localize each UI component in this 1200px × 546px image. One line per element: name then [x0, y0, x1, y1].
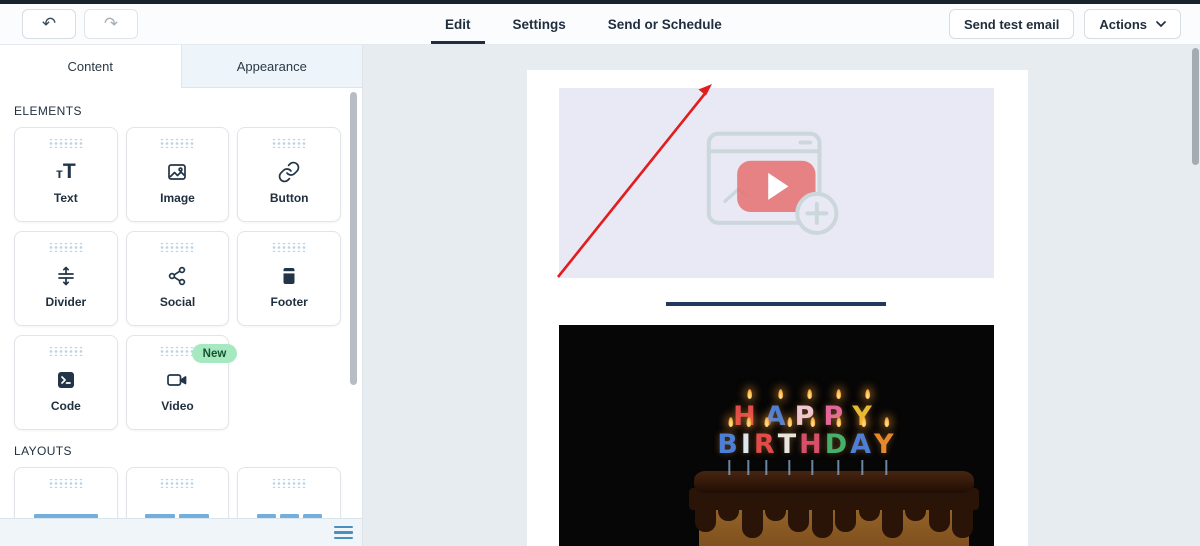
undo-button[interactable]: ↶ — [22, 9, 76, 39]
redo-button[interactable]: ↷ — [84, 9, 138, 39]
terminal-icon — [54, 365, 78, 395]
element-card-video[interactable]: New Video — [125, 335, 238, 430]
elements-grid: тT Text Image Button Divider Social Foot… — [14, 127, 341, 430]
element-card-button[interactable]: Button — [237, 127, 341, 222]
new-badge: New — [191, 344, 238, 363]
send-test-email-label: Send test email — [963, 16, 1060, 32]
drag-handle-icon — [48, 139, 83, 148]
drag-handle-icon — [48, 243, 83, 252]
drag-handle-icon — [272, 139, 307, 148]
actions-label: Actions — [1099, 16, 1147, 32]
sidebar-scrollbar[interactable] — [350, 92, 357, 385]
element-card-text[interactable]: тT Text — [14, 127, 118, 222]
element-card-label: Button — [269, 191, 309, 205]
actions-button[interactable]: Actions — [1084, 9, 1181, 39]
text-icon: тT — [55, 160, 76, 183]
element-card-image[interactable]: Image — [125, 127, 230, 222]
element-card-social[interactable]: Social — [125, 231, 230, 326]
menu-icon[interactable] — [334, 525, 353, 540]
candle-letters-happy: HAPPY — [733, 389, 881, 432]
tab-settings[interactable]: Settings — [513, 17, 566, 32]
toolbar: ↶ ↷ Edit Settings Send or Schedule Send … — [0, 4, 1200, 45]
email-builder-app: ↶ ↷ Edit Settings Send or Schedule Send … — [0, 0, 1200, 546]
content-sidebar: Content Appearance ELEMENTS тT Text Imag… — [0, 45, 363, 546]
redo-icon: ↷ — [103, 14, 119, 33]
tab-content[interactable]: Content — [0, 45, 181, 88]
chevron-down-icon — [1156, 21, 1166, 27]
drag-handle-icon — [48, 347, 83, 356]
email-page: HAPPY BIRTHDAY — [527, 70, 1028, 546]
toolbar-actions-group: Send test email Actions — [948, 9, 1181, 39]
element-card-code[interactable]: Code — [14, 335, 118, 430]
editor-canvas: HAPPY BIRTHDAY — [364, 45, 1200, 546]
element-card-label: Text — [53, 191, 78, 205]
candle-letters-birthday: BIRTHDAY — [717, 417, 897, 475]
elements-section-header: ELEMENTS — [14, 104, 82, 118]
toolbar-tabs: Edit Settings Send or Schedule — [431, 4, 722, 44]
footer-icon — [277, 261, 301, 291]
element-card-label: Social — [159, 295, 196, 309]
drag-handle-icon — [272, 479, 307, 488]
image-element-birthday-cake[interactable]: HAPPY BIRTHDAY — [559, 325, 994, 546]
divider-icon — [54, 261, 78, 291]
video-element-block[interactable] — [559, 88, 994, 278]
undo-icon: ↶ — [41, 14, 57, 33]
cake-top — [694, 471, 974, 493]
element-card-footer[interactable]: Footer — [237, 231, 341, 326]
drag-handle-icon — [48, 479, 83, 488]
video-placeholder-icon — [706, 131, 838, 235]
element-card-label: Divider — [45, 295, 87, 309]
canvas-scrollbar[interactable] — [1192, 48, 1199, 165]
drag-handle-icon — [160, 139, 195, 148]
element-card-label: Image — [160, 191, 195, 205]
tab-send-or-schedule[interactable]: Send or Schedule — [608, 17, 722, 32]
send-test-email-button[interactable]: Send test email — [948, 9, 1075, 39]
image-icon — [165, 157, 189, 187]
element-card-label: Code — [50, 399, 81, 413]
element-card-label: Video — [161, 399, 194, 413]
drag-handle-icon — [160, 243, 195, 252]
undo-redo-group: ↶ ↷ — [22, 9, 138, 39]
drag-handle-icon — [160, 347, 195, 356]
tab-edit[interactable]: Edit — [431, 17, 484, 44]
link-icon — [277, 157, 301, 187]
tab-appearance[interactable]: Appearance — [180, 45, 362, 88]
element-card-divider[interactable]: Divider — [14, 231, 118, 326]
drag-handle-icon — [272, 243, 307, 252]
video-camera-icon — [164, 365, 190, 395]
sidebar-bottom-bar — [0, 518, 362, 546]
divider-element[interactable] — [666, 302, 886, 306]
drag-handle-icon — [160, 479, 195, 488]
sidebar-tabs: Content Appearance — [0, 45, 362, 88]
share-icon — [165, 261, 189, 291]
layouts-section-header: LAYOUTS — [14, 444, 72, 458]
element-card-label: Footer — [270, 295, 308, 309]
